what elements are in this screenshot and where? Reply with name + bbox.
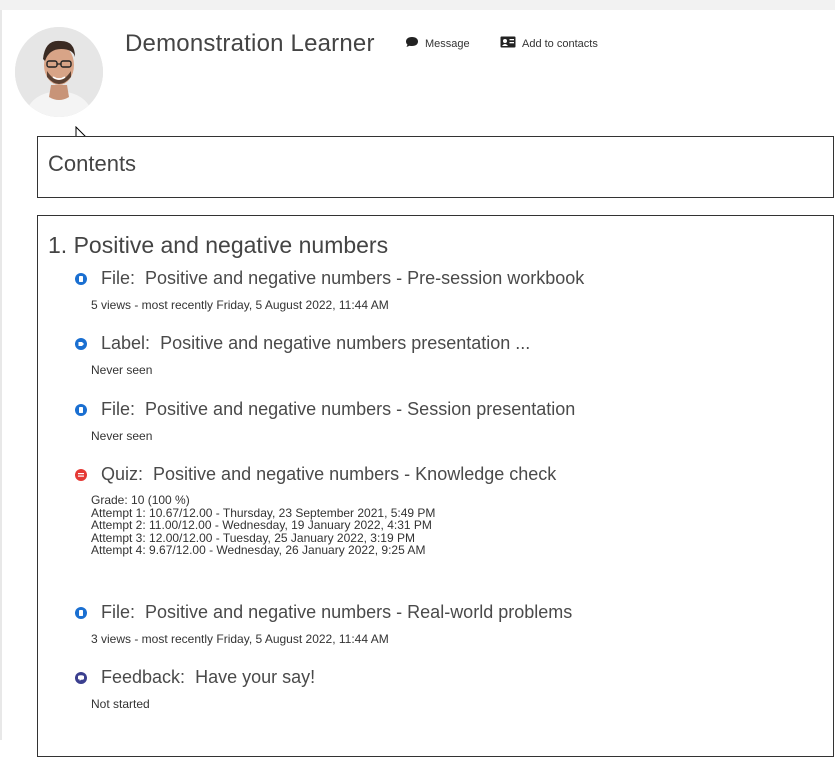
activity-item: Quiz: Positive and negative numbers - Kn…: [75, 464, 556, 557]
activity-detail-line: Not started: [91, 697, 150, 711]
activity-detail-line: Never seen: [91, 363, 153, 377]
quiz-grade: Grade: 10 (100 %): [91, 493, 190, 507]
user-avatar[interactable]: [15, 27, 103, 117]
message-button[interactable]: Message: [405, 36, 470, 51]
left-border: [0, 10, 2, 740]
activity-details: Grade: 10 (100 %) Attempt 1: 10.67/12.00…: [91, 494, 556, 557]
activity-item: File: Positive and negative numbers - Se…: [75, 399, 575, 443]
activity-name: Positive and negative numbers - Session …: [145, 399, 576, 419]
activity-name: Have your say!: [195, 667, 316, 687]
speech-bubble-icon: [405, 36, 419, 51]
avatar-photo: [15, 27, 103, 117]
quiz-icon: [75, 468, 87, 481]
activity-type: File:: [101, 602, 136, 622]
message-label: Message: [425, 37, 470, 50]
activity-details: 5 views - most recently Friday, 5 August…: [91, 298, 584, 312]
activity-type: Feedback:: [101, 667, 186, 687]
label-icon: [75, 337, 87, 350]
activity-name: Positive and negative numbers presentati…: [160, 333, 531, 353]
activity-details: Never seen: [91, 363, 530, 377]
activity-name: Positive and negative numbers - Real-wor…: [145, 602, 573, 622]
contents-box: Contents: [37, 136, 834, 198]
add-to-contacts-label: Add to contacts: [522, 37, 598, 50]
top-bar: [0, 0, 835, 10]
activity-item: Label: Positive and negative numbers pre…: [75, 333, 530, 377]
activity-type: Label:: [101, 333, 151, 353]
quiz-attempt: Attempt 2: 11.00/12.00 - Wednesday, 19 J…: [91, 518, 432, 532]
activity-item: File: Positive and negative numbers - Pr…: [75, 268, 584, 312]
section-box: 1. Positive and negative numbers File: P…: [37, 215, 834, 757]
activity-detail-line: 3 views - most recently Friday, 5 August…: [91, 632, 389, 646]
file-icon: [75, 272, 87, 285]
add-to-contacts-button[interactable]: Add to contacts: [500, 36, 598, 51]
activity-details: 3 views - most recently Friday, 5 August…: [91, 632, 572, 646]
activity-name: Positive and negative numbers - Knowledg…: [153, 464, 557, 484]
activity-link[interactable]: File: Positive and negative numbers - Re…: [75, 602, 572, 623]
section-title: 1. Positive and negative numbers: [48, 232, 389, 258]
activity-details: Not started: [91, 697, 315, 711]
address-card-icon: [500, 36, 516, 51]
activity-link[interactable]: Feedback: Have your say!: [75, 667, 315, 688]
activity-item: File: Positive and negative numbers - Re…: [75, 602, 572, 646]
feedback-icon: [75, 671, 87, 684]
file-icon: [75, 606, 87, 619]
contents-title: Contents: [48, 151, 137, 176]
user-full-name: Demonstration Learner: [125, 30, 375, 57]
activity-link[interactable]: File: Positive and negative numbers - Se…: [75, 399, 575, 420]
activity-item: Feedback: Have your say! Not started: [75, 667, 315, 711]
activity-details: Never seen: [91, 429, 575, 443]
activity-name: Positive and negative numbers - Pre-sess…: [145, 268, 585, 288]
quiz-attempt: Attempt 4: 9.67/12.00 - Wednesday, 26 Ja…: [91, 543, 426, 557]
activity-type: File:: [101, 399, 136, 419]
activity-type: File:: [101, 268, 136, 288]
activity-link[interactable]: File: Positive and negative numbers - Pr…: [75, 268, 584, 289]
activity-type: Quiz:: [101, 464, 144, 484]
activity-detail-line: Never seen: [91, 429, 153, 443]
activity-link[interactable]: Label: Positive and negative numbers pre…: [75, 333, 530, 354]
activity-detail-line: 5 views - most recently Friday, 5 August…: [91, 298, 389, 312]
activity-link[interactable]: Quiz: Positive and negative numbers - Kn…: [75, 464, 556, 485]
file-icon: [75, 403, 87, 416]
